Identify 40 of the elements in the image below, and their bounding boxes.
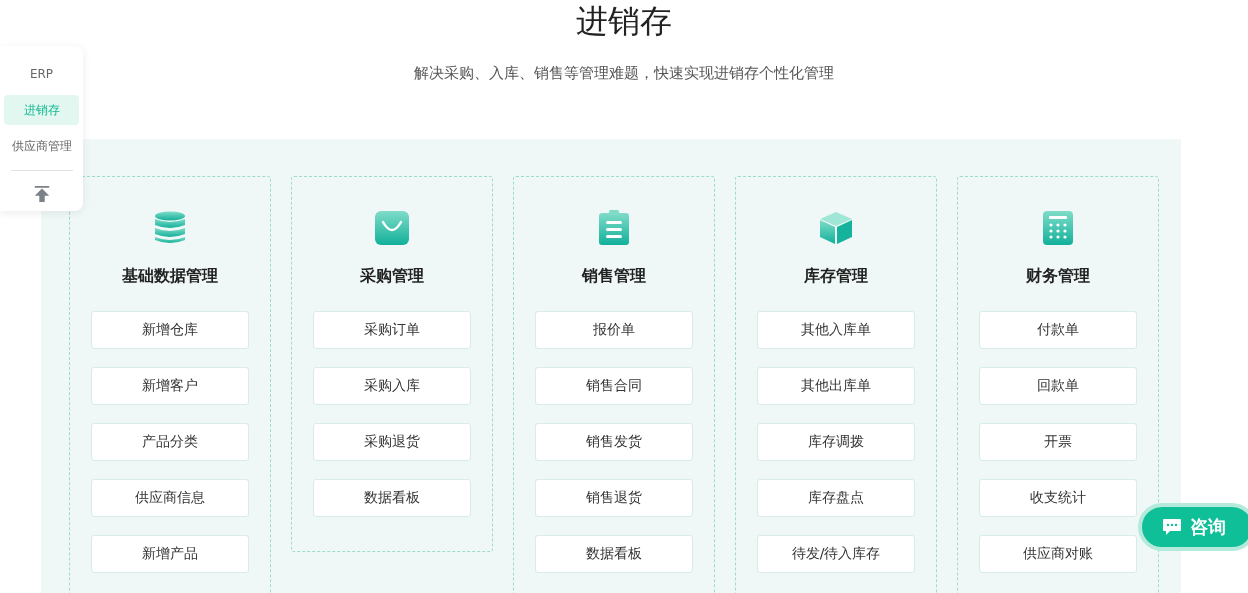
feature-button[interactable]: 待发/待入库存 (757, 535, 915, 573)
feature-button[interactable]: 采购退货 (313, 423, 471, 461)
back-to-top-icon[interactable] (32, 185, 51, 203)
feature-button[interactable]: 新增产品 (91, 535, 249, 573)
module-title: 基础数据管理 (122, 266, 218, 287)
box-icon (818, 210, 854, 246)
nav-item[interactable]: 供应商管理 (4, 131, 79, 161)
feature-button[interactable]: 其他入库单 (757, 311, 915, 349)
feature-button[interactable]: 数据看板 (535, 535, 693, 573)
feature-button[interactable]: 付款单 (979, 311, 1137, 349)
chat-icon (1162, 518, 1182, 536)
feature-button[interactable]: 新增仓库 (91, 311, 249, 349)
nav-item[interactable]: ERP (4, 59, 79, 89)
feature-button[interactable]: 销售合同 (535, 367, 693, 405)
feature-button[interactable]: 供应商对账 (979, 535, 1137, 573)
shopping-bag-icon (374, 210, 410, 246)
clipboard-icon (596, 210, 632, 246)
feature-button[interactable]: 报价单 (535, 311, 693, 349)
page-subtitle: 解决采购、入库、销售等管理难题，快速实现进销存个性化管理 (414, 64, 834, 83)
database-icon (152, 210, 188, 246)
feature-button[interactable]: 数据看板 (313, 479, 471, 517)
feature-button[interactable]: 供应商信息 (91, 479, 249, 517)
module-title: 财务管理 (1026, 266, 1090, 287)
feature-button[interactable]: 库存调拨 (757, 423, 915, 461)
feature-button[interactable]: 库存盘点 (757, 479, 915, 517)
feature-button[interactable]: 回款单 (979, 367, 1137, 405)
calculator-icon (1040, 210, 1076, 246)
feature-button[interactable]: 销售发货 (535, 423, 693, 461)
feature-button[interactable]: 采购入库 (313, 367, 471, 405)
feature-button[interactable]: 其他出库单 (757, 367, 915, 405)
feature-button[interactable]: 收支统计 (979, 479, 1137, 517)
feature-button[interactable]: 采购订单 (313, 311, 471, 349)
feature-button[interactable]: 新增客户 (91, 367, 249, 405)
module-title: 采购管理 (360, 266, 424, 287)
page-title: 进销存 (575, 1, 673, 42)
module-title: 库存管理 (804, 266, 868, 287)
feature-button[interactable]: 销售退货 (535, 479, 693, 517)
module-title: 销售管理 (582, 266, 646, 287)
feature-button[interactable]: 产品分类 (91, 423, 249, 461)
feature-button[interactable]: 开票 (979, 423, 1137, 461)
